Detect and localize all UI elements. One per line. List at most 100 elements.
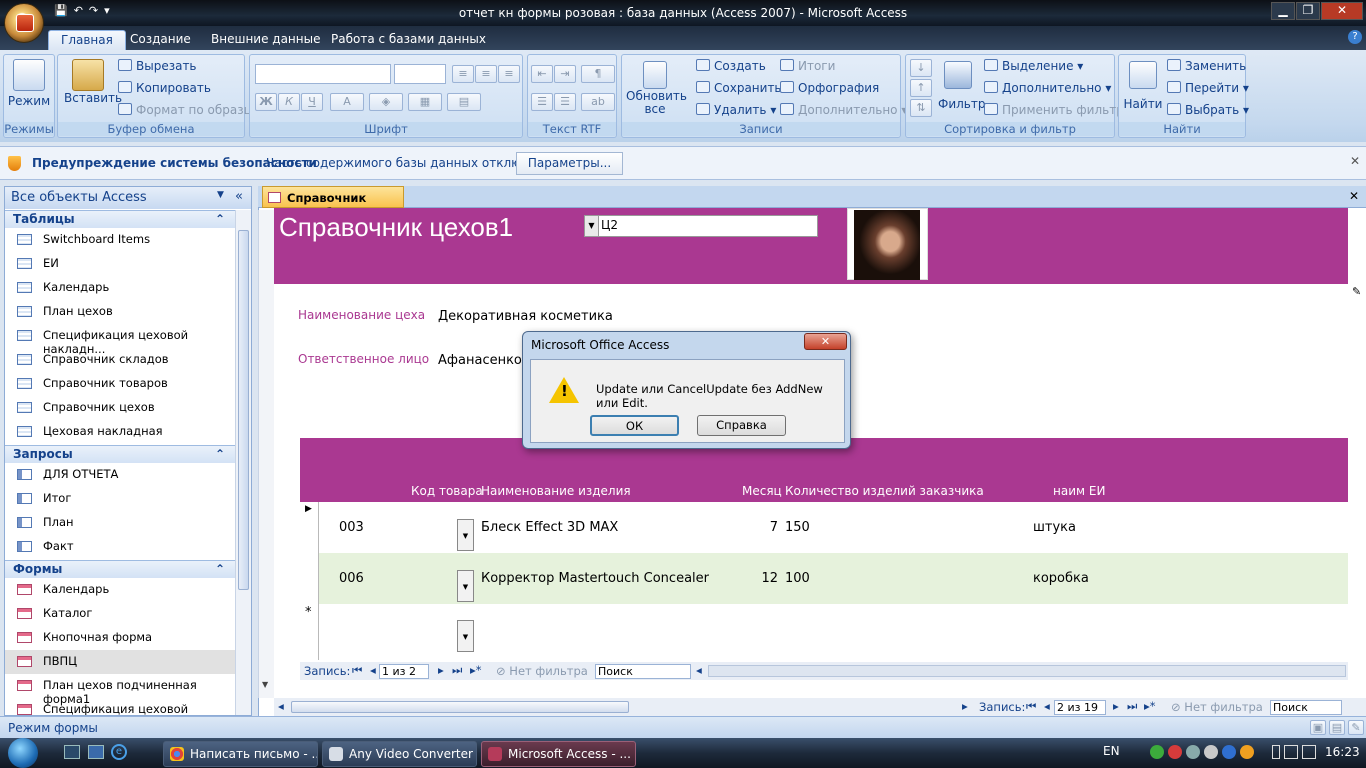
section-tables[interactable]: Таблицы ⌃ <box>5 210 235 228</box>
next-record-icon[interactable]: ▸ <box>438 663 444 677</box>
scroll-left-icon[interactable]: ◂ <box>278 699 284 713</box>
tray-app-icon[interactable] <box>1204 745 1218 759</box>
dialog-close-button[interactable]: ✕ <box>804 333 847 350</box>
tray-app-icon[interactable] <box>1168 745 1182 759</box>
new-record-icon[interactable]: ▸* <box>1144 699 1156 713</box>
view-button[interactable]: Режим <box>4 94 54 108</box>
taskbar-item-access[interactable]: Microsoft Access - ... <box>481 741 636 767</box>
gridlines-icon[interactable]: ▦ <box>408 93 442 111</box>
taskbar-item-video-converter[interactable]: Any Video Converter <box>322 741 477 767</box>
tray-app-icon[interactable] <box>1222 745 1236 759</box>
layout-view-icon[interactable]: ▤ <box>1329 720 1345 735</box>
new-record-icon[interactable]: ▸* <box>470 663 482 677</box>
restore-button[interactable]: ❐ <box>1296 2 1320 20</box>
nav-item[interactable]: Справочник цехов <box>5 396 235 420</box>
nav-item[interactable]: План цехов подчиненная форма1 <box>5 674 235 706</box>
nav-item[interactable]: Цеховая накладная <box>5 420 235 444</box>
record-selector[interactable] <box>300 553 319 604</box>
chevron-down-icon[interactable]: ▼ <box>457 570 474 602</box>
volume-icon[interactable] <box>1302 745 1316 759</box>
customize-qat-icon[interactable]: ▾ <box>104 4 110 22</box>
product-name-cell[interactable]: Корректор Mastertouch Concealer <box>481 571 709 586</box>
network-icon[interactable] <box>1284 745 1298 759</box>
sort-ascending-icon[interactable]: ↓ <box>910 59 932 77</box>
tab-create[interactable]: Создание <box>118 30 203 50</box>
new-record-row[interactable]: * ▼ <box>300 604 1348 660</box>
sort-descending-icon[interactable]: ↑ <box>910 79 932 97</box>
highlight-icon[interactable]: ab <box>581 93 615 111</box>
quantity-cell[interactable]: 150 <box>785 520 810 535</box>
section-queries[interactable]: Запросы ⌃ <box>5 445 235 463</box>
font-size-select[interactable] <box>394 64 446 84</box>
design-view-icon[interactable]: ✎ <box>1348 720 1364 735</box>
help-button[interactable]: Справка <box>697 415 786 436</box>
options-button[interactable]: Параметры... <box>516 152 623 175</box>
no-filter-button[interactable]: ⊘ Нет фильтра <box>1171 700 1263 714</box>
next-record-icon[interactable]: ▸ <box>1113 699 1119 713</box>
tray-app-icon[interactable] <box>1150 745 1164 759</box>
ok-button[interactable]: ОК <box>590 415 679 436</box>
spelling-button[interactable]: Орфография <box>780 81 879 95</box>
clear-sort-icon[interactable]: ⇅ <box>910 99 932 117</box>
product-code-cell[interactable]: 003 <box>339 520 364 535</box>
last-record-icon[interactable]: ⏭ <box>452 663 462 678</box>
nav-item[interactable]: План цехов <box>5 300 235 324</box>
increase-indent-icon[interactable]: ⇥ <box>554 65 576 83</box>
scroll-right-icon[interactable]: ▸ <box>962 699 968 713</box>
record-position[interactable]: 1 из 2 <box>379 664 429 679</box>
record-selector[interactable]: * <box>300 604 319 660</box>
first-record-icon[interactable]: ⏮ <box>352 663 362 678</box>
product-code-cell[interactable]: 006 <box>339 571 364 586</box>
tab-external-data[interactable]: Внешние данные <box>199 30 332 50</box>
main-h-scrollbar-thumb[interactable] <box>291 701 629 713</box>
align-center-icon[interactable]: ≡ <box>475 65 497 83</box>
search-input[interactable]: Поиск <box>595 664 691 679</box>
prev-record-icon[interactable]: ◂ <box>1044 699 1050 713</box>
battery-icon[interactable] <box>1272 745 1280 759</box>
redo-icon[interactable]: ↷ <box>89 4 98 22</box>
table-row[interactable]: 006 ▼ Корректор Mastertouch Concealer 12… <box>300 553 1348 604</box>
font-color-button[interactable]: А <box>330 93 364 111</box>
help-icon[interactable]: ? <box>1348 30 1362 44</box>
selection-button[interactable]: Выделение ▾ <box>984 59 1083 73</box>
nav-item[interactable]: Итог <box>5 487 235 511</box>
bullets-icon[interactable]: ☰ <box>554 93 576 111</box>
tray-app-icon[interactable] <box>1186 745 1200 759</box>
nav-item-selected[interactable]: ПВПЦ <box>5 650 235 674</box>
ie-icon[interactable]: e <box>111 744 127 760</box>
paste-button[interactable]: Вставить <box>64 91 122 105</box>
nav-item[interactable]: Справочник товаров <box>5 372 235 396</box>
nav-item[interactable]: ДЛЯ ОТЧЕТА <box>5 463 235 487</box>
unit-cell[interactable]: коробка <box>1033 571 1089 586</box>
nav-item[interactable]: Справочник складов <box>5 348 235 372</box>
close-document-icon[interactable]: ✕ <box>1349 189 1359 203</box>
nav-item[interactable]: Каталог <box>5 602 235 626</box>
show-desktop-icon[interactable] <box>64 745 80 759</box>
chevron-down-icon[interactable]: ▼ <box>217 190 224 200</box>
chevron-down-icon[interactable]: ▼ <box>457 620 474 652</box>
shutter-bar-icon[interactable]: « <box>235 189 243 204</box>
month-cell[interactable]: 12 <box>740 571 778 586</box>
advanced-filter-button[interactable]: Дополнительно ▾ <box>984 81 1111 95</box>
decrease-indent-icon[interactable]: ⇤ <box>531 65 553 83</box>
nav-scrollbar[interactable] <box>235 210 251 715</box>
alternate-fill-icon[interactable]: ▤ <box>447 93 481 111</box>
table-row[interactable]: ▶ 003 ▼ Блеск Effect 3D MAX 7 150 штука <box>300 502 1348 553</box>
apply-filter-button[interactable]: Применить фильтр <box>984 103 1124 117</box>
form-view-icon[interactable]: ▣ <box>1310 720 1326 735</box>
replace-button[interactable]: Заменить <box>1167 59 1246 73</box>
filter-button[interactable]: Фильтр <box>938 97 985 111</box>
fill-color-icon[interactable]: ◈ <box>369 93 403 111</box>
tray-app-icon[interactable] <box>1240 745 1254 759</box>
record-selector[interactable]: ▶ <box>300 502 319 553</box>
nav-pane-header[interactable]: Все объекты Access ▼ « <box>5 187 251 209</box>
record-position[interactable]: 2 из 19 <box>1054 700 1106 715</box>
font-name-select[interactable] <box>255 64 391 84</box>
switch-windows-icon[interactable] <box>88 745 104 759</box>
tab-home[interactable]: Главная <box>48 30 126 50</box>
responsible-person-field[interactable]: Афанасенко Г <box>438 353 534 368</box>
nav-item[interactable]: Факт <box>5 535 235 559</box>
delete-record-button[interactable]: Удалить ▾ <box>696 103 776 117</box>
chevron-down-icon[interactable]: ▼ <box>457 519 474 551</box>
unit-cell[interactable]: штука <box>1033 520 1076 535</box>
